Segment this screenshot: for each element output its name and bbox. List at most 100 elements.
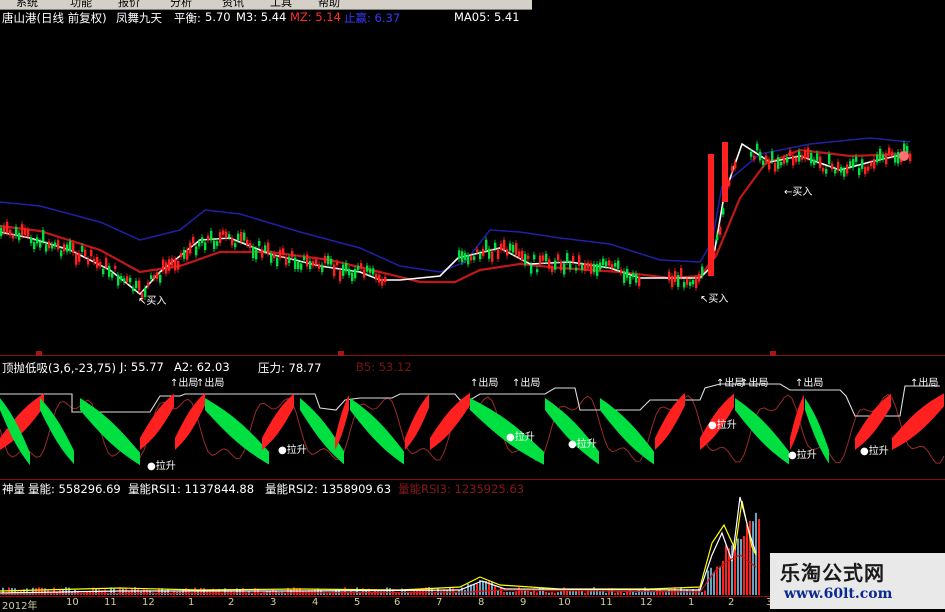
menu-function[interactable]: 功能: [70, 0, 92, 9]
volume-bar: [515, 591, 517, 595]
indicator-name: 凤舞九天: [116, 11, 162, 25]
candle: [105, 257, 108, 268]
candle: [99, 262, 102, 267]
menu-quote[interactable]: 报价: [118, 0, 140, 9]
candle: [183, 249, 186, 259]
volume-bar: [449, 588, 451, 595]
candle: [680, 267, 683, 277]
volume-bar: [557, 592, 559, 595]
axis-label: 10: [558, 597, 571, 608]
candle: [342, 264, 345, 276]
sell-signal-label: ↑出局: [470, 378, 499, 389]
candle: [581, 264, 584, 270]
balance-value: 5.70: [205, 10, 231, 24]
axis-label: 2: [728, 597, 735, 608]
volume-bar: [503, 592, 505, 595]
candle: [506, 249, 509, 256]
candle: [267, 242, 270, 254]
candle: [204, 242, 207, 250]
candle: [560, 261, 563, 271]
candle: [873, 159, 876, 169]
volume-bar: [569, 591, 571, 595]
price-marker: [899, 151, 909, 161]
candle: [458, 250, 461, 259]
axis-label: 12: [640, 597, 653, 608]
candle: [84, 249, 87, 257]
candle: [527, 255, 530, 259]
candle: [461, 251, 464, 263]
sell-signal-label: ↑出局: [196, 378, 225, 389]
candle: [548, 259, 551, 269]
candle: [354, 268, 357, 279]
candle: [126, 276, 129, 282]
candle: [270, 253, 273, 263]
pull-up-signal-label: ●拉升: [278, 445, 307, 456]
candle: [909, 153, 912, 162]
candle: [48, 241, 51, 249]
axis-label: 5: [354, 597, 361, 608]
candle: [87, 259, 90, 265]
oscillator-chart[interactable]: [0, 374, 945, 480]
volume-bar: [497, 590, 499, 595]
candle: [783, 157, 786, 164]
candle: [497, 249, 500, 260]
candle: [575, 267, 578, 271]
balance-label: 平衡:: [174, 11, 201, 25]
candle: [303, 256, 306, 261]
axis-label: 12: [142, 597, 155, 608]
main-indicator-row: 唐山港(日线 前复权) 凤舞九天 平衡: 5.70 M3: 5.44 MZ: 5…: [0, 10, 945, 26]
candle: [72, 242, 75, 253]
band-upper-line: [0, 137, 911, 273]
menu-analysis[interactable]: 分析: [170, 0, 192, 9]
candle: [357, 265, 360, 271]
menu-tools[interactable]: 工具: [270, 0, 292, 9]
candle: [138, 280, 141, 291]
candle: [195, 246, 198, 256]
menu-news[interactable]: 资讯: [222, 0, 244, 9]
axis-label: 4: [312, 597, 319, 608]
menu-system[interactable]: 系统: [16, 0, 38, 9]
candle: [255, 249, 258, 260]
buy-signal-2: ↖买入: [700, 294, 729, 305]
candle: [351, 272, 354, 282]
candle: [306, 254, 309, 267]
candle: [261, 249, 264, 258]
volume-bar: [638, 589, 640, 595]
menu-bar: 系统 功能 报价 分析 资讯 工具 帮助: [0, 0, 532, 10]
candle: [545, 253, 548, 262]
candle: [348, 268, 351, 276]
candle: [870, 162, 873, 167]
sell-signal-label: ↑出局: [795, 378, 824, 389]
candle: [63, 244, 66, 252]
axis-label: 3: [270, 597, 277, 608]
candle: [96, 256, 99, 268]
volume-bar: [650, 591, 652, 595]
candle: [9, 229, 12, 236]
candle: [605, 261, 608, 266]
mid-a2-value: A2: 62.03: [174, 360, 230, 374]
candle: [626, 269, 629, 278]
axis-label: 7: [436, 597, 443, 608]
candle: [674, 271, 677, 282]
candle: [45, 244, 48, 252]
stop-profit-value: 止赢: 6.37: [344, 11, 401, 25]
volume-bar: [716, 566, 718, 595]
candle: [189, 242, 192, 254]
volume-bar: [389, 588, 391, 595]
candle: [378, 274, 381, 283]
candle: [318, 264, 321, 269]
candle: [753, 155, 756, 160]
candle: [515, 243, 518, 255]
candle: [617, 260, 620, 269]
panel-marker: [338, 351, 344, 356]
volume-bar: [509, 591, 511, 595]
candle: [132, 287, 135, 292]
candle: [210, 230, 213, 241]
candle: [530, 264, 533, 274]
candle: [810, 152, 813, 164]
candle: [593, 263, 596, 273]
candle: [159, 274, 162, 283]
menu-help[interactable]: 帮助: [318, 0, 340, 9]
volume-bar: [386, 587, 388, 595]
volume-bar: [476, 583, 478, 595]
